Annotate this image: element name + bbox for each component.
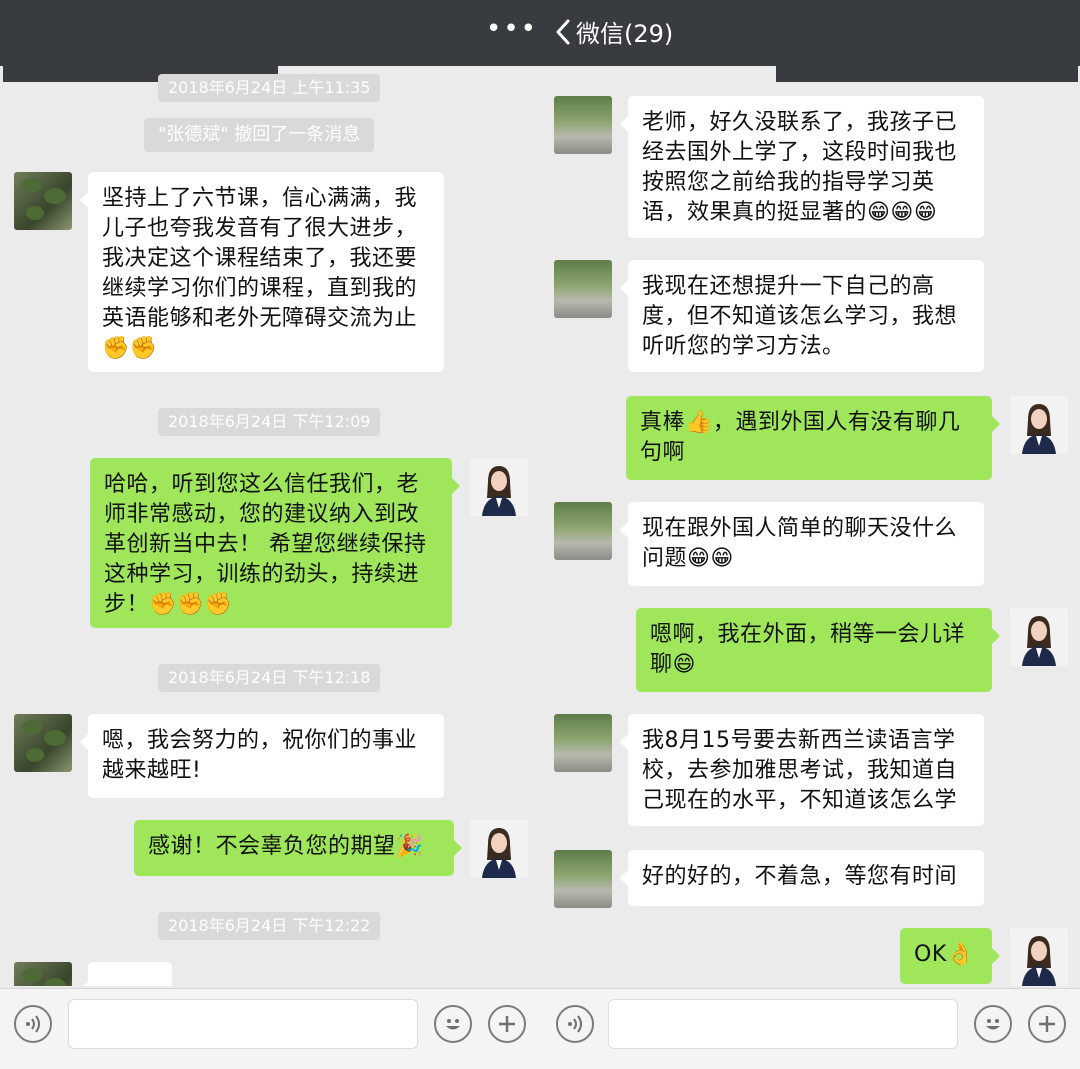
emoji-button[interactable]: [974, 1005, 1012, 1043]
avatar[interactable]: [1010, 928, 1068, 986]
input-bar-left: [0, 988, 540, 1069]
message-bubble[interactable]: 现在跟外国人简单的聊天没什么 问题😁😁: [620, 502, 984, 586]
message-bubble[interactable]: 嗯，我会努力的，祝你们的事业 越来越旺!: [80, 714, 444, 798]
avatar[interactable]: [1010, 608, 1068, 666]
timestamp: 2018年6月24日 下午12:18: [158, 664, 381, 692]
message-bubble[interactable]: OK👌: [900, 928, 1000, 984]
message-bubble[interactable]: 好的好的，不着急，等您有时间: [620, 850, 984, 906]
plus-icon: [1039, 1016, 1055, 1032]
voice-icon: [26, 1015, 40, 1033]
timestamp: 2018年6月24日 下午12:09: [158, 408, 381, 436]
emoji-icon: [986, 1019, 1000, 1030]
voice-button[interactable]: [14, 1005, 52, 1043]
avatar[interactable]: [554, 502, 612, 560]
message-bubble[interactable]: 我现在还想提升一下自己的高 度，但不知道该怎么学习，我想 听听您的学习方法。: [620, 260, 984, 372]
input-bar-right: [540, 988, 1080, 1069]
avatar[interactable]: [554, 260, 612, 318]
message-bubble[interactable]: 真棒👍，遇到外国人有没有聊几 句啊: [626, 396, 1000, 480]
person-avatar-icon: [1010, 928, 1068, 986]
avatar[interactable]: [14, 172, 72, 230]
emoji-button[interactable]: [434, 1005, 472, 1043]
avatar[interactable]: [554, 714, 612, 772]
message-bubble-partial[interactable]: [80, 962, 172, 986]
chat-panel-left: 2018年6月24日 上午11:35 "张德斌" 撤回了一条消息 坚持上了六节课…: [0, 66, 540, 986]
avatar[interactable]: [1010, 396, 1068, 454]
timestamp: 2018年6月24日 上午11:35: [158, 74, 381, 102]
message-input[interactable]: [608, 999, 958, 1049]
avatar[interactable]: [554, 850, 612, 908]
person-avatar-icon: [1010, 396, 1068, 454]
person-avatar-icon: [470, 458, 528, 516]
avatar[interactable]: [470, 820, 528, 878]
more-button[interactable]: [488, 1005, 526, 1043]
chat-panel-right: 老师，好久没联系了，我孩子已 经去国外上学了，这段时间我也 按照您之前给我的指导…: [540, 66, 1080, 986]
recall-notice: "张德斌" 撤回了一条消息: [144, 118, 375, 152]
message-bubble[interactable]: 嗯啊，我在外面，稍等一会儿详 聊😄: [636, 608, 1000, 692]
avatar[interactable]: [554, 96, 612, 154]
message-input[interactable]: [68, 999, 418, 1049]
person-avatar-icon: [1010, 608, 1068, 666]
voice-button[interactable]: [556, 1005, 594, 1043]
back-button[interactable]: 微信(29): [554, 14, 673, 49]
back-chevron-icon: [556, 19, 570, 44]
message-bubble[interactable]: 哈哈，听到您这么信任我们，老 师非常感动，您的建议纳入到改 革创新当中去！ 希望…: [90, 458, 460, 628]
back-label: 微信(29): [576, 20, 674, 48]
message-bubble[interactable]: 感谢！不会辜负您的期望🎉: [134, 820, 462, 876]
emoji-icon: [446, 1019, 460, 1030]
person-avatar-icon: [470, 820, 528, 878]
more-button[interactable]: [1028, 1005, 1066, 1043]
more-dots-icon[interactable]: •••: [486, 14, 538, 44]
timestamp: 2018年6月24日 下午12:22: [158, 912, 381, 940]
title-bar: ••• 微信(29): [0, 0, 1080, 66]
message-bubble[interactable]: 坚持上了六节课，信心满满，我 儿子也夸我发音有了很大进步， 我决定这个课程结束了…: [80, 172, 444, 372]
message-bubble[interactable]: 我8月15号要去新西兰读语言学 校，去参加雅思考试，我知道自 己现在的水平，不知…: [620, 714, 984, 826]
avatar[interactable]: [470, 458, 528, 516]
plus-icon: [499, 1016, 515, 1032]
avatar[interactable]: [14, 962, 72, 986]
voice-icon: [568, 1015, 582, 1033]
avatar[interactable]: [14, 714, 72, 772]
message-bubble[interactable]: 老师，好久没联系了，我孩子已 经去国外上学了，这段时间我也 按照您之前给我的指导…: [620, 96, 984, 238]
